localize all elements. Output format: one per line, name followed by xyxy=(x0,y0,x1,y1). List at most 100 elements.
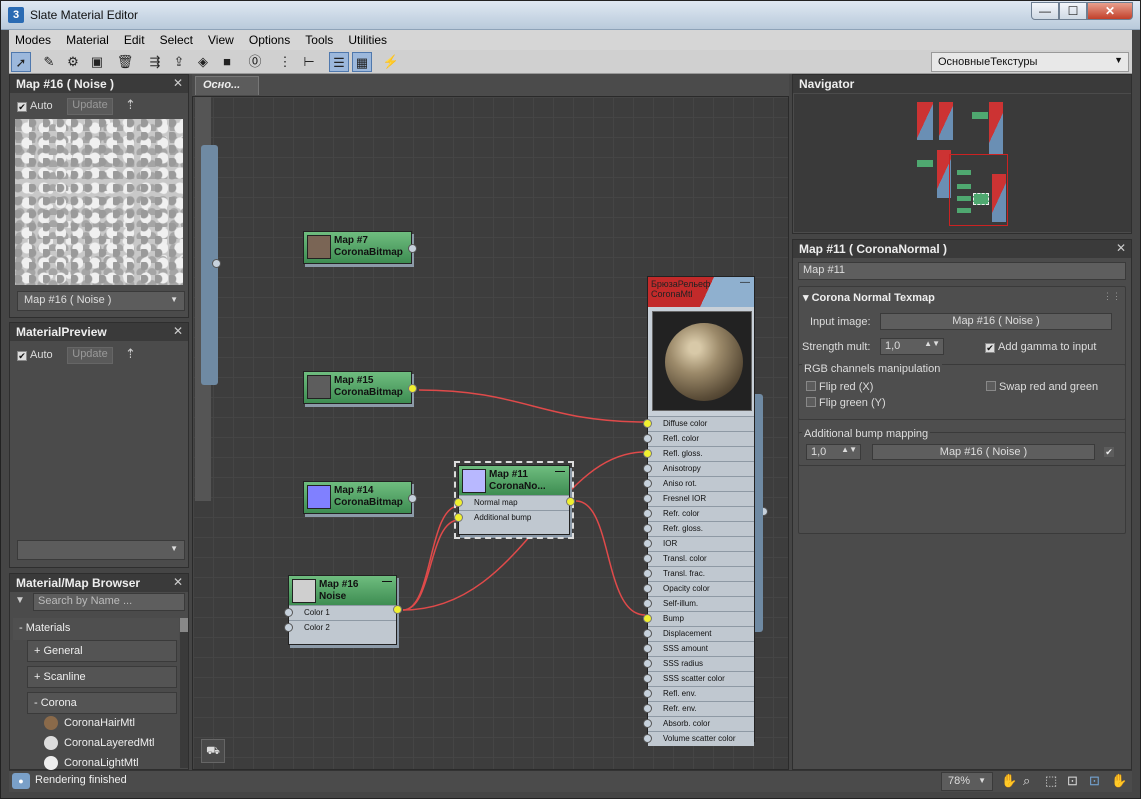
material-param-row[interactable]: Fresnel IOR xyxy=(643,491,754,506)
eyedropper-icon[interactable]: ✎ xyxy=(39,52,59,72)
strength-spinner[interactable]: 1,0 ▲▼ xyxy=(880,338,944,355)
material-param-row[interactable]: Refl. env. xyxy=(643,686,754,701)
input-socket[interactable] xyxy=(643,494,652,503)
material-param-row[interactable]: Volume scatter color xyxy=(643,731,754,746)
rollout-header[interactable]: ▾ Corona Normal Texmap xyxy=(803,291,935,304)
browser-group-corona[interactable]: - Corona xyxy=(27,692,177,714)
menu-view[interactable]: View xyxy=(202,30,240,47)
zoom-extents-selected-icon[interactable]: ⊡ xyxy=(1089,773,1100,789)
menu-material[interactable]: Material xyxy=(60,30,115,47)
menu-utilities[interactable]: Utilities xyxy=(342,30,393,47)
bump-enable-checkbox[interactable]: ✔ xyxy=(1104,445,1117,457)
material-param-row[interactable]: Refr. gloss. xyxy=(643,521,754,536)
parameter-editor-icon[interactable]: ▦ xyxy=(352,52,372,72)
maximize-button[interactable]: ☐ xyxy=(1059,2,1087,20)
material-map-browser-icon[interactable]: ☰ xyxy=(329,52,349,72)
input-socket[interactable] xyxy=(643,644,652,653)
output-socket[interactable] xyxy=(408,384,417,393)
layout-all-icon[interactable]: ⋮ xyxy=(275,52,295,72)
show-background-icon[interactable]: ■ xyxy=(217,52,237,72)
bump-map-button[interactable]: Map #16 ( Noise ) xyxy=(872,444,1095,460)
input-socket[interactable] xyxy=(643,479,652,488)
material-id-icon[interactable]: ⓪ xyxy=(245,52,265,72)
add-gamma-checkbox[interactable]: ✔ Add gamma to input xyxy=(985,341,1096,353)
view-tab[interactable]: Осно... xyxy=(195,76,259,95)
input-socket[interactable] xyxy=(454,513,463,522)
update-button[interactable]: Update xyxy=(67,347,113,364)
hide-unused-slots-icon[interactable]: ⇪ xyxy=(169,52,189,72)
browser-scrollbar[interactable] xyxy=(180,618,188,768)
navigator-view[interactable] xyxy=(794,94,1131,232)
param-normal-map[interactable]: Normal map xyxy=(454,495,569,510)
zoom-extents-icon[interactable]: ⊡ xyxy=(1067,773,1078,789)
node-map15[interactable]: Map #15 CoronaBitmap xyxy=(303,371,417,404)
material-param-row[interactable]: Displacement xyxy=(643,626,754,641)
update-button[interactable]: Update xyxy=(67,98,113,115)
swap-checkbox[interactable]: Swap red and green xyxy=(986,381,1098,393)
material-param-row[interactable]: SSS amount xyxy=(643,641,754,656)
view-select-dropdown[interactable]: ОсновныеТекстуры ▼ xyxy=(931,52,1129,72)
node-minimize-icon[interactable]: — xyxy=(382,576,392,588)
navigator-toggle-icon[interactable]: ⛟ xyxy=(201,739,225,763)
input-socket[interactable] xyxy=(643,419,652,428)
param-color2[interactable]: Color 2 xyxy=(284,620,396,635)
zoom-dropdown[interactable]: 78% ▼ xyxy=(941,772,993,791)
input-socket[interactable] xyxy=(643,629,652,638)
material-param-row[interactable]: Opacity color xyxy=(643,581,754,596)
node-map14[interactable]: Map #14 CoronaBitmap xyxy=(303,481,417,514)
node-map11[interactable]: Map #11 CoronaNo... — Normal map Additiona… xyxy=(454,461,575,539)
preview-map-dropdown[interactable]: Map #16 ( Noise ) ▼ xyxy=(17,291,185,311)
input-socket[interactable] xyxy=(643,434,652,443)
close-icon[interactable]: ✕ xyxy=(173,76,183,90)
material-param-row[interactable]: Self-illum. xyxy=(643,596,754,611)
browser-group-materials[interactable]: - Materials xyxy=(13,618,179,640)
browser-item-coronalightmtl[interactable]: CoronaLightMtl xyxy=(44,756,178,770)
input-socket[interactable] xyxy=(643,539,652,548)
output-socket[interactable] xyxy=(566,497,575,506)
input-socket[interactable] xyxy=(643,524,652,533)
flip-green-checkbox[interactable]: Flip green (Y) xyxy=(806,397,886,409)
select-tool-icon[interactable]: ➚ xyxy=(11,52,31,72)
assign-to-selection-icon[interactable]: ▣ xyxy=(87,52,107,72)
param-color1[interactable]: Color 1 xyxy=(284,605,396,620)
material-param-row[interactable]: Diffuse color xyxy=(643,416,754,431)
input-socket[interactable] xyxy=(643,449,652,458)
scrollbar-thumb[interactable] xyxy=(180,618,188,632)
move-children-icon[interactable]: ⇶ xyxy=(145,52,165,72)
input-socket[interactable] xyxy=(643,689,652,698)
material-param-row[interactable]: IOR xyxy=(643,536,754,551)
material-param-row[interactable]: Refl. gloss. xyxy=(643,446,754,461)
delete-icon[interactable]: 🗑 xyxy=(115,52,135,72)
input-socket[interactable] xyxy=(643,584,652,593)
input-socket[interactable] xyxy=(284,623,293,632)
input-socket[interactable] xyxy=(643,599,652,608)
output-socket[interactable] xyxy=(393,605,402,614)
input-socket[interactable] xyxy=(643,659,652,668)
pin-icon[interactable]: ⇡ xyxy=(125,97,136,113)
browser-options-icon[interactable]: ▼ xyxy=(15,595,25,606)
menu-modes[interactable]: Modes xyxy=(9,30,57,47)
material-preview-dropdown[interactable]: ▼ xyxy=(17,540,185,560)
param-additional-bump[interactable]: Additional bump xyxy=(454,510,569,525)
close-icon[interactable]: ✕ xyxy=(173,575,183,589)
input-socket[interactable] xyxy=(643,719,652,728)
flip-red-checkbox[interactable]: Flip red (X) xyxy=(806,381,873,393)
browser-item-coronahairmtl[interactable]: CoronaHairMtl xyxy=(44,716,178,736)
pan-hand-icon[interactable]: ✋ xyxy=(1001,773,1017,789)
menu-options[interactable]: Options xyxy=(243,30,296,47)
browser-group-scanline[interactable]: + Scanline xyxy=(27,666,177,688)
node-minimize-icon[interactable]: — xyxy=(740,277,750,288)
material-param-row[interactable]: Bump xyxy=(643,611,754,626)
material-param-row[interactable]: Absorb. color xyxy=(643,716,754,731)
menu-select[interactable]: Select xyxy=(154,30,199,47)
node-map16[interactable]: Map #16 Noise — Color 1 Color 2 xyxy=(284,575,402,645)
node-canvas[interactable]: Map #7 CoronaBitmap Map #15 CoronaBitmap M… xyxy=(192,96,789,770)
material-param-row[interactable]: SSS radius xyxy=(643,656,754,671)
output-socket[interactable] xyxy=(408,244,417,253)
material-param-row[interactable]: Aniso rot. xyxy=(643,476,754,491)
menu-edit[interactable]: Edit xyxy=(118,30,151,47)
spinner-arrows-icon[interactable]: ▲▼ xyxy=(924,339,940,348)
input-socket[interactable] xyxy=(643,704,652,713)
input-socket[interactable] xyxy=(454,498,463,507)
input-socket[interactable] xyxy=(643,569,652,578)
